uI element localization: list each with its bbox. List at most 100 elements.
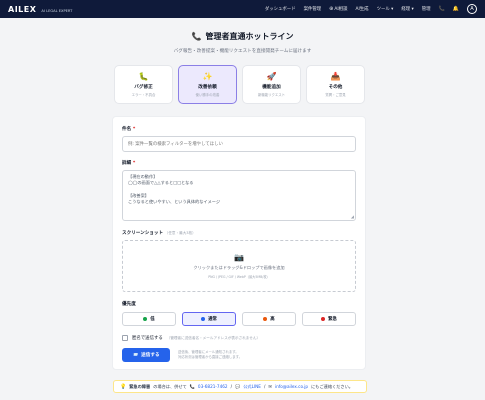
category-bug[interactable]: 🐛 バグ修正 エラー・不具合 [114, 65, 173, 104]
required-marker: * [132, 127, 136, 132]
priority-label-high: 高 [270, 317, 275, 322]
category-desc: 新機能リクエスト [257, 92, 286, 97]
line-link[interactable]: 公式LINE [243, 384, 261, 390]
priority-label-urgent: 緊急 [328, 317, 337, 322]
required-marker: * [132, 161, 136, 166]
screenshot-hint: （任意・最大3枚） [164, 231, 196, 235]
nav-admin[interactable]: 管理 [422, 6, 431, 12]
category-desc: エラー・不具合 [131, 92, 156, 97]
bug-icon: 🐛 [138, 71, 149, 81]
category-selector: 🐛 バグ修正 エラー・不具合 ✨ 改善依頼 使い勝手の改善 🚀 機能追加 新機能… [114, 65, 365, 104]
priority-label: 優先度 [122, 302, 136, 307]
nav-cases[interactable]: 案件管理 [304, 6, 322, 12]
anonymous-label: 匿名で送信する [132, 336, 163, 341]
line-icon: 💬 [235, 383, 241, 389]
priority-label-low: 低 [150, 317, 155, 322]
detail-label-text: 詳細 [122, 161, 132, 166]
submit-note-line: 対応状況は管理者から直接ご連絡します。 [178, 355, 243, 359]
nav-tools-label: ツール ▾ [376, 7, 394, 12]
inbox-icon: 📥 [330, 71, 341, 81]
image-dropzone[interactable]: 📷 クリックまたはドラッグ&ドロップで画像を追加 PNG / JPEG / GI… [122, 240, 356, 292]
brand-logo[interactable]: AILEX AI LEGAL EXPERT [8, 5, 72, 14]
emergency-notice: 💡 緊急の障害 の場合は、併せて 📞 03-6821-7462 / 💬 公式LI… [113, 380, 367, 393]
brand-tagline: AI LEGAL EXPERT [41, 8, 73, 13]
user-avatar[interactable]: A [467, 4, 477, 14]
mail-icon: ✉ [268, 384, 272, 389]
dropzone-hint: PNG / JPEG / GIF / WebP（最大5MB/枚） [208, 275, 270, 279]
priority-selector: 低 通常 高 緊急 [122, 312, 356, 326]
category-desc: 質問・ご意見 [325, 92, 346, 97]
separator: / [263, 384, 266, 389]
category-label: 機能追加 [262, 84, 281, 90]
nav-accounting[interactable]: 経理 ▾ [401, 6, 413, 12]
nav-accounting-label: 経理 ▾ [401, 7, 414, 12]
page-header: 📞 管理者直通ホットライン バグ報告・改善提案・機能リクエストを直接開発チームに… [0, 18, 485, 54]
submit-note: 送信後、管理者にメール通知されます。 対応状況は管理者から直接ご連絡します。 [178, 350, 242, 360]
send-icon: 📨 [132, 352, 139, 358]
phone-icon[interactable]: 📞 [439, 6, 445, 12]
main-nav: ダッシュボード 案件管理 ⊕ AI相談 AI生成 ツール ▾ 経理 ▾ 管理 📞 … [265, 4, 477, 14]
nav-cases-label: 案件管理 [303, 7, 322, 12]
emergency-prefix: 緊急の障害 [129, 383, 151, 389]
nav-ai-consult[interactable]: ⊕ AI相談 [329, 6, 347, 12]
green-dot-icon [143, 317, 148, 321]
nav-ai-generate-label: AI生成 [355, 7, 369, 12]
category-feature[interactable]: 🚀 機能追加 新機能リクエスト [242, 65, 301, 104]
separator: / [230, 384, 233, 389]
detail-label: 詳細 * [122, 160, 356, 166]
submit-label: 送信する [141, 353, 160, 358]
subject-label-text: 件名 [122, 127, 132, 132]
screenshot-label: スクリーンショット （任意・最大3枚） [122, 230, 356, 236]
phone-icon: 📞 [189, 383, 195, 389]
category-label: その他 [328, 84, 343, 90]
blue-dot-icon [201, 317, 206, 321]
category-label: バグ修正 [134, 84, 153, 90]
detail-line: こうなると使いやすい、という具体的なイメージ [128, 198, 221, 204]
priority-normal[interactable]: 通常 [182, 312, 236, 326]
nav-ai-consult-label: AI相談 [334, 7, 348, 12]
dropzone-text: クリックまたはドラッグ&ドロップで画像を追加 [193, 265, 285, 270]
nav-admin-label: 管理 [421, 7, 431, 12]
chat-icon: ⊕ [329, 6, 334, 12]
category-label: 改善依頼 [198, 84, 217, 90]
emergency-text-end: にもご連絡ください。 [311, 383, 353, 389]
title-row: 📞 管理者直通ホットライン [0, 31, 485, 42]
nav-dashboard-label: ダッシュボード [264, 7, 296, 12]
category-desc: 使い勝手の改善 [195, 92, 220, 97]
category-other[interactable]: 📥 その他 質問・ご意見 [306, 65, 365, 104]
feedback-form: 件名 * 詳細 * 【現在の動作】 ◯◯の画面で△△すると□□となる 【改善案】… [112, 116, 366, 370]
anonymous-option: 匿名で送信する （管理者に送信者名・メールアドレスが表示されません） [122, 335, 356, 341]
page-subtitle: バグ報告・改善提案・機能リクエストを直接開発チームに届けます [173, 49, 312, 54]
lightbulb-icon: 💡 [120, 383, 127, 390]
priority-low[interactable]: 低 [122, 312, 176, 326]
detail-textarea[interactable]: 【現在の動作】 ◯◯の画面で△△すると□□となる 【改善案】 こうなると使いやす… [122, 170, 356, 221]
anonymous-checkbox[interactable] [122, 335, 128, 341]
camera-icon: 📷 [234, 253, 244, 262]
nav-ai-generate[interactable]: AI生成 [355, 6, 368, 12]
submit-row: 📨 送信する 送信後、管理者にメール通知されます。 対応状況は管理者から直接ご連… [122, 348, 356, 362]
rocket-icon: 🚀 [266, 71, 277, 81]
red-dot-icon [321, 317, 326, 321]
bell-icon[interactable]: 🔔 [453, 6, 459, 12]
screenshot-label-text: スクリーンショット [122, 231, 164, 236]
priority-urgent[interactable]: 緊急 [302, 312, 356, 326]
orange-dot-icon [263, 317, 268, 321]
emergency-text: の場合は、併せて [153, 383, 187, 389]
submit-button[interactable]: 📨 送信する [122, 348, 170, 362]
brand-name: AILEX [8, 4, 37, 14]
subject-input[interactable] [122, 136, 356, 152]
priority-high[interactable]: 高 [242, 312, 296, 326]
phone-link[interactable]: 03-6821-7462 [198, 384, 228, 389]
phone-icon: 📞 [191, 32, 202, 41]
anonymous-hint: （管理者に送信者名・メールアドレスが表示されません） [166, 335, 261, 340]
nav-tools[interactable]: ツール ▾ [377, 6, 394, 12]
sparkle-icon: ✨ [202, 71, 213, 81]
page-title: 管理者直通ホットライン [205, 32, 294, 41]
email-link[interactable]: info@ailex.co.jp [275, 384, 308, 389]
top-navigation-bar: AILEX AI LEGAL EXPERT ダッシュボード 案件管理 ⊕ AI相談… [0, 0, 485, 18]
priority-label-normal: 通常 [208, 317, 217, 322]
nav-dashboard[interactable]: ダッシュボード [265, 6, 296, 12]
subject-label: 件名 * [122, 126, 356, 132]
resize-handle-icon[interactable]: ◢ [351, 214, 354, 220]
category-improvement[interactable]: ✨ 改善依頼 使い勝手の改善 [178, 65, 237, 104]
